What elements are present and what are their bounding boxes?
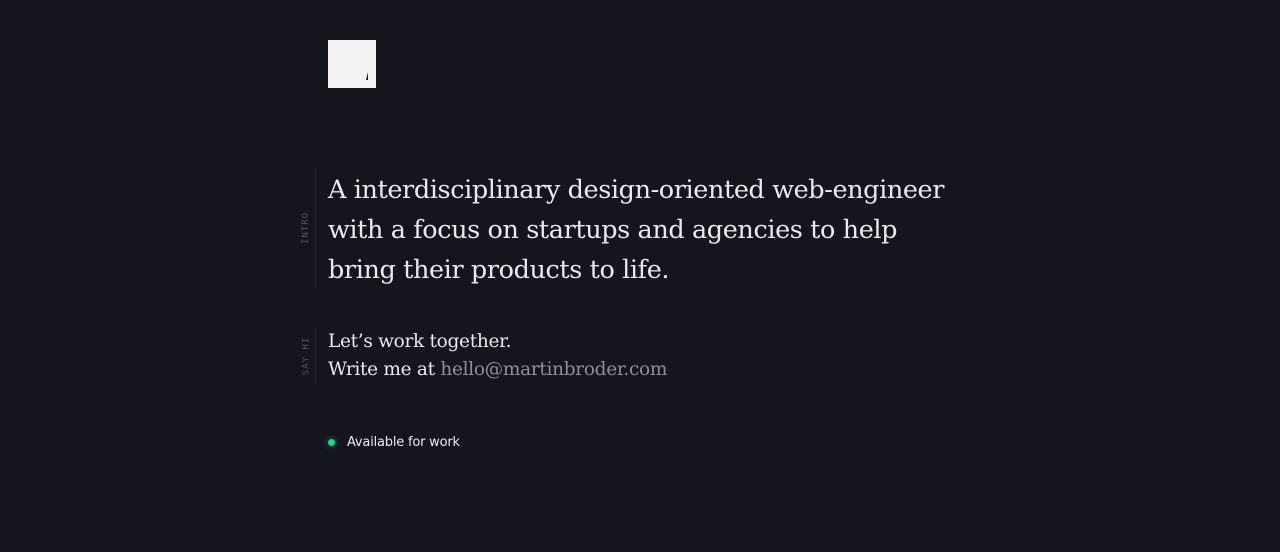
say-hi-label-container: SAY HI: [299, 328, 313, 384]
say-hi-line2-prefix: Write me at: [328, 359, 435, 380]
page: INTRO A interdisciplinary design-oriente…: [0, 0, 1280, 552]
availability-text: Available for work: [347, 434, 460, 450]
status-dot-icon: [328, 438, 335, 446]
say-hi-line1: Let’s work together.: [328, 331, 512, 352]
email-link[interactable]: hello@martinbroder.com: [440, 359, 667, 380]
say-hi-section: SAY HI Let’s work together. Write me at …: [301, 328, 828, 384]
intro-section: INTRO A interdisciplinary design-oriente…: [301, 168, 968, 288]
intro-text: A interdisciplinary design-oriented web-…: [328, 175, 945, 285]
intro-label-container: INTRO: [299, 168, 313, 288]
availability-status: Available for work: [328, 433, 460, 451]
monogram-m-logo[interactable]: [328, 40, 376, 88]
say-hi-label: SAY HI: [301, 336, 312, 376]
say-hi-text: Let’s work together. Write me at hello@m…: [328, 328, 828, 384]
intro-label: INTRO: [301, 211, 311, 245]
